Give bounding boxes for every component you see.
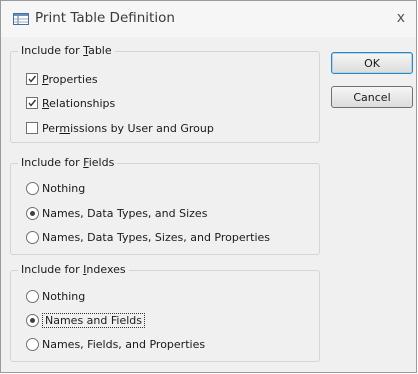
properties-label: Properties bbox=[42, 72, 98, 86]
include-for-table-legend: Include for Table bbox=[18, 44, 115, 57]
fields-names-types-sizes-label: Names, Data Types, and Sizes bbox=[42, 206, 208, 220]
properties-checkbox-row[interactable]: Properties bbox=[26, 72, 98, 86]
relationships-label: Relationships bbox=[42, 96, 116, 110]
fields-nothing-label: Nothing bbox=[42, 181, 86, 195]
title-bar[interactable]: Print Table Definition x bbox=[1, 1, 416, 37]
table-definition-icon bbox=[13, 13, 29, 25]
indexes-names-fields-properties-label: Names, Fields, and Properties bbox=[42, 337, 206, 351]
fields-names-types-sizes-option[interactable]: Names, Data Types, and Sizes bbox=[26, 206, 207, 220]
permissions-checkbox-row[interactable]: Permissions by User and Group bbox=[26, 121, 214, 135]
window-title: Print Table Definition bbox=[35, 10, 175, 26]
relationships-checkbox[interactable] bbox=[26, 97, 38, 109]
include-for-fields-legend: Include for Fields bbox=[18, 156, 118, 169]
indexes-names-fields-properties-radio[interactable] bbox=[26, 337, 39, 351]
fields-nothing-option[interactable]: Nothing bbox=[26, 181, 85, 195]
include-for-indexes-legend: Include for Indexes bbox=[18, 263, 129, 276]
print-table-definition-dialog: Print Table Definition x Include for Tab… bbox=[0, 0, 417, 373]
fields-names-types-sizes-properties-label: Names, Data Types, Sizes, and Properties bbox=[42, 230, 271, 244]
indexes-nothing-option[interactable]: Nothing bbox=[26, 289, 85, 303]
include-for-indexes-group: Include for Indexes Nothing Names and Fi… bbox=[10, 263, 320, 362]
fields-names-types-sizes-properties-option[interactable]: Names, Data Types, Sizes, and Properties bbox=[26, 230, 270, 244]
ok-button[interactable]: OK bbox=[331, 52, 413, 74]
relationships-checkbox-row[interactable]: Relationships bbox=[26, 96, 115, 110]
indexes-names-fields-label: Names and Fields bbox=[42, 312, 145, 328]
fields-names-types-sizes-radio[interactable] bbox=[26, 206, 39, 220]
include-for-table-group: Include for Table Properties Relationshi… bbox=[10, 44, 320, 143]
indexes-names-fields-properties-option[interactable]: Names, Fields, and Properties bbox=[26, 337, 205, 351]
permissions-checkbox[interactable] bbox=[26, 122, 38, 134]
fields-names-types-sizes-properties-radio[interactable] bbox=[26, 230, 39, 244]
indexes-nothing-radio[interactable] bbox=[26, 289, 39, 303]
indexes-nothing-label: Nothing bbox=[42, 289, 86, 303]
cancel-button[interactable]: Cancel bbox=[331, 86, 413, 108]
permissions-label: Permissions by User and Group bbox=[42, 121, 214, 135]
indexes-names-fields-option[interactable]: Names and Fields bbox=[26, 312, 145, 328]
close-icon[interactable]: x bbox=[397, 10, 405, 26]
fields-nothing-radio[interactable] bbox=[26, 181, 39, 195]
indexes-names-fields-radio[interactable] bbox=[26, 313, 39, 327]
include-for-fields-group: Include for Fields Nothing Names, Data T… bbox=[10, 156, 320, 255]
properties-checkbox[interactable] bbox=[26, 73, 38, 85]
